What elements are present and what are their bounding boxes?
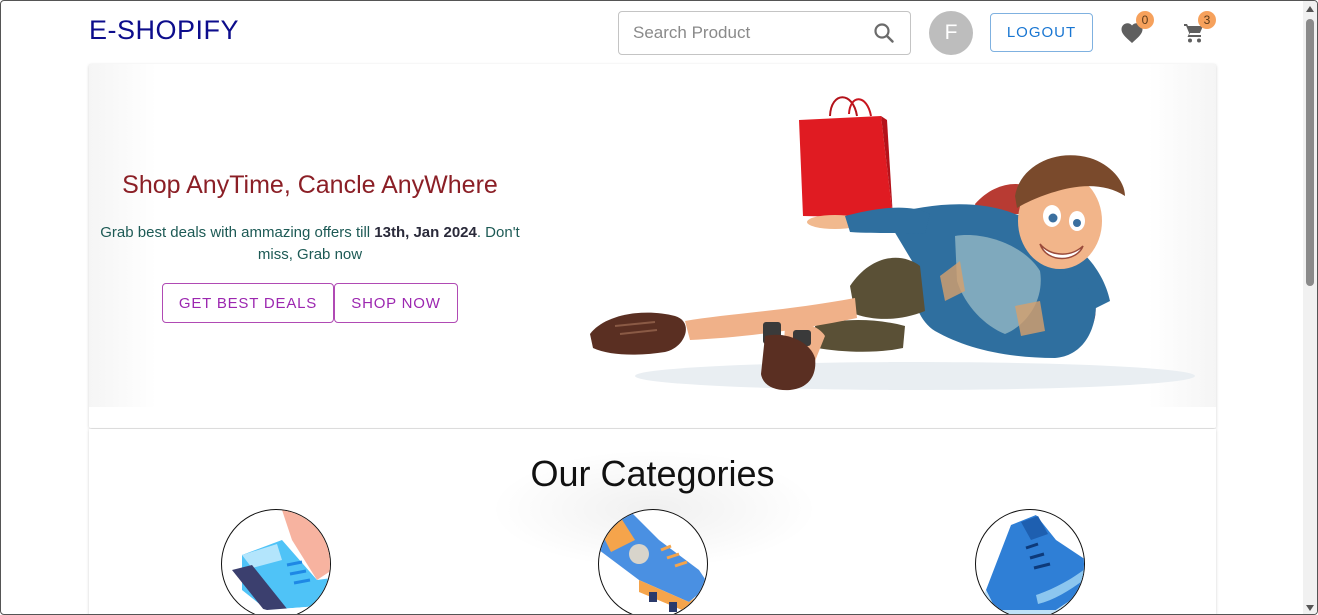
categories-section: Our Categories xyxy=(89,429,1216,614)
search-box[interactable] xyxy=(618,11,911,55)
category-sneaker[interactable] xyxy=(975,509,1085,614)
page-frame: E-SHOPIFY F LOGOUT 0 3 Shop AnyTime, Can… xyxy=(0,0,1318,615)
shopping-bag-icon xyxy=(799,96,893,218)
hero-subtitle-text: Grab best deals with ammazing offers til… xyxy=(100,224,375,241)
scroll-thumb[interactable] xyxy=(1306,19,1314,286)
hero-subtitle: Grab best deals with ammazing offers til… xyxy=(89,222,531,266)
hero-illustration xyxy=(590,96,1195,391)
hero-offer-date: 13th, Jan 2024 xyxy=(374,224,477,241)
hero-title: Shop AnyTime, Cancle AnyWhere xyxy=(122,171,498,199)
page-scrollbar[interactable] xyxy=(1303,1,1317,614)
football-boot-icon xyxy=(599,510,707,614)
running-shoe-icon xyxy=(222,510,330,614)
avatar[interactable]: F xyxy=(929,11,973,55)
get-best-deals-button[interactable]: GET BEST DEALS xyxy=(162,283,334,323)
wishlist-count-badge: 0 xyxy=(1136,11,1154,29)
sneaker-icon xyxy=(981,515,1084,614)
cart-count-badge: 3 xyxy=(1198,11,1216,29)
shop-now-button[interactable]: SHOP NOW xyxy=(334,283,458,323)
search-icon[interactable] xyxy=(872,21,896,45)
scroll-down-icon[interactable] xyxy=(1306,605,1314,611)
categories-title: Our Categories xyxy=(530,453,775,494)
category-football-boot[interactable] xyxy=(598,509,708,614)
hero-banner: Shop AnyTime, Cancle AnyWhere Grab best … xyxy=(89,64,1216,428)
brand-logo[interactable]: E-SHOPIFY xyxy=(89,15,239,46)
cart-button[interactable]: 3 xyxy=(1180,11,1216,47)
category-running-shoe[interactable] xyxy=(221,509,331,614)
search-input[interactable] xyxy=(633,23,872,43)
wishlist-button[interactable]: 0 xyxy=(1118,11,1154,47)
scroll-up-icon[interactable] xyxy=(1306,6,1314,12)
logout-button[interactable]: LOGOUT xyxy=(990,13,1093,52)
